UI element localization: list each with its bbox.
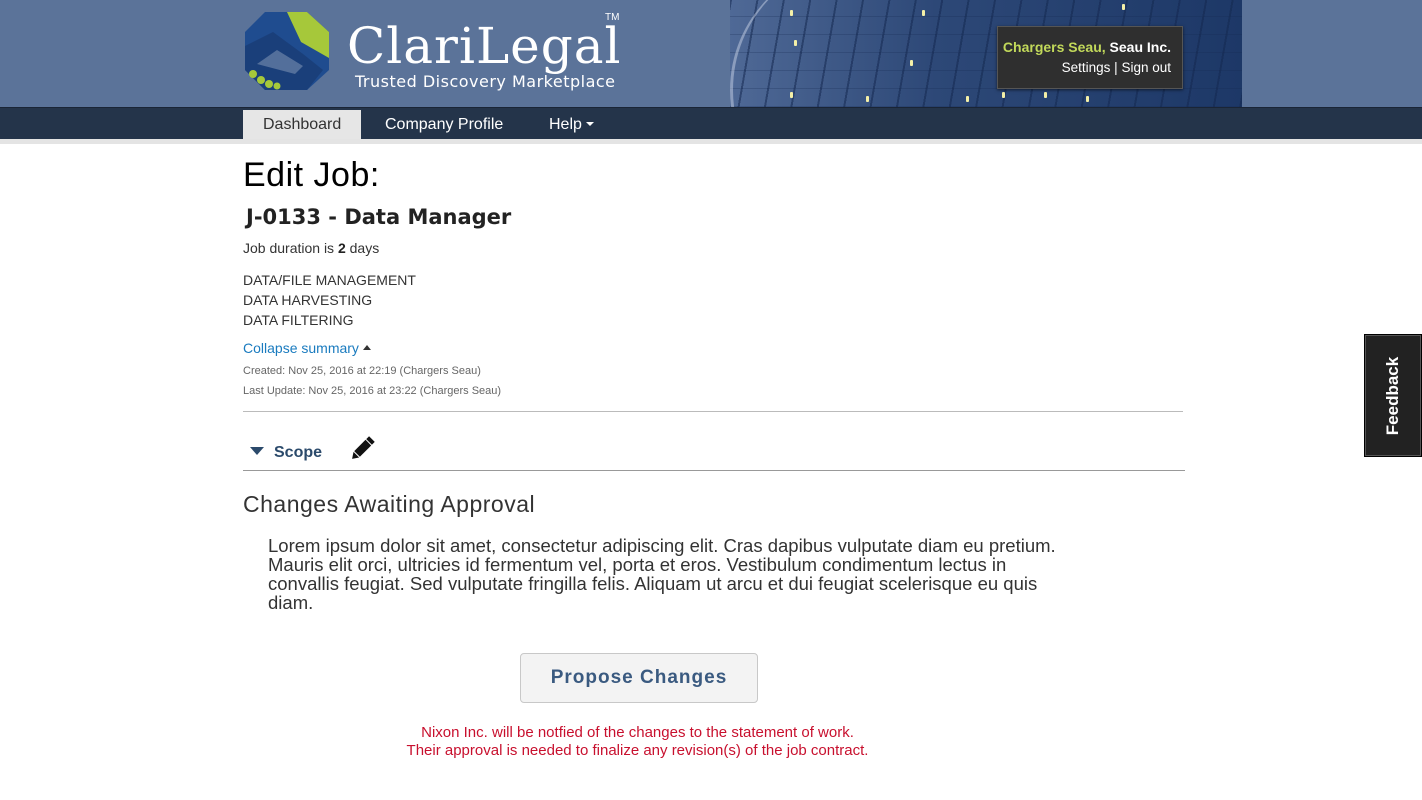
last-update-timestamp: Last Update: Nov 25, 2016 at 23:22 (Char… [243,385,502,397]
brand-name: ClariLegal [347,17,622,75]
service-item: DATA/FILE MANAGEMENT [243,272,416,288]
job-duration: Job duration is 2 days [243,240,380,256]
settings-link[interactable]: Settings [1062,60,1111,75]
user-company: Seau Inc. [1109,39,1171,55]
link-separator: | [1114,60,1118,75]
section-title: Changes Awaiting Approval [243,491,536,517]
scope-description: Lorem ipsum dolor sit amet, consectetur … [268,535,1056,613]
collapse-summary-link[interactable]: Collapse summary [243,340,371,356]
page-title: Edit Job: [243,156,380,194]
handshake-logo-icon [245,12,329,90]
propose-changes-button[interactable]: Propose Changes [520,653,758,703]
scope-toggle[interactable]: Scope [250,444,322,464]
job-name: J-0133 - Data Manager [246,205,512,229]
triangle-down-icon [250,447,264,456]
approval-notice: Nixon Inc. will be notfied of the change… [406,724,869,759]
nav-help[interactable]: Help [529,110,614,140]
brand-tagline: Trusted Discovery Marketplace [355,72,616,91]
user-name: Chargers Seau, [1002,39,1106,55]
trademark-mark: TM [605,12,620,23]
nav-subbar [0,139,1422,144]
sign-out-link[interactable]: Sign out [1121,60,1171,75]
service-item: DATA FILTERING [243,312,354,328]
pencil-icon[interactable] [348,435,376,463]
site-header: ClariLegal TM Trusted Discovery Marketpl… [0,0,1422,107]
job-duration-value: 2 [337,240,346,256]
clarilegal-logo[interactable]: ClariLegal TM Trusted Discovery Marketpl… [243,12,643,94]
caret-up-icon [362,345,371,351]
nav-dashboard[interactable]: Dashboard [243,110,362,140]
job-services-list: DATA/FILE MANAGEMENT DATA HARVESTING DAT… [243,270,416,330]
divider [243,470,1185,471]
main-nav: Dashboard Company Profile Help [0,107,1422,140]
feedback-tab[interactable]: Feedback [1364,334,1422,457]
divider [243,411,1183,412]
created-timestamp: Created: Nov 25, 2016 at 22:19 (Chargers… [243,365,481,377]
user-account-box: Chargers Seau, Seau Inc. Settings | Sign… [997,26,1183,89]
nav-company-profile[interactable]: Company Profile [365,110,523,140]
caret-down-icon [585,121,594,126]
service-item: DATA HARVESTING [243,292,373,308]
